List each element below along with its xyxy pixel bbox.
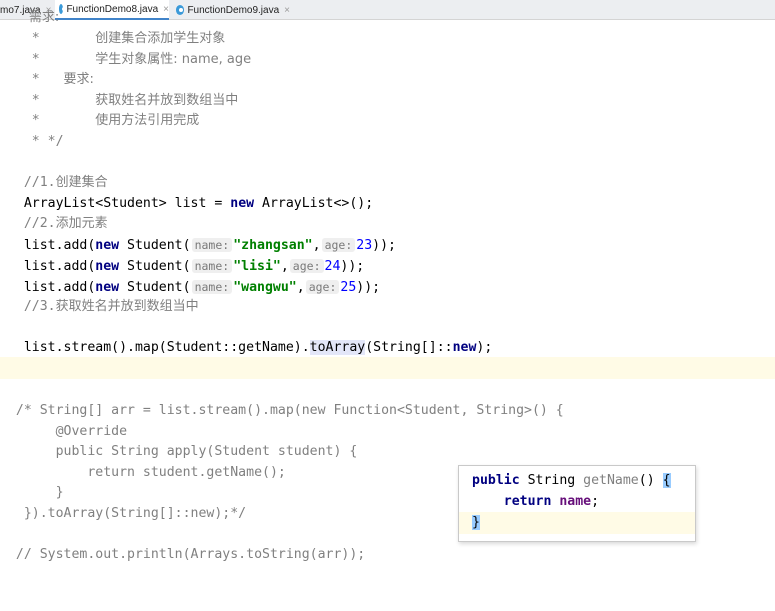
- code-line: * 学生对象属性: name, age: [0, 52, 252, 67]
- code-line-current: list.stream().map(Student::getName).toAr…: [0, 340, 493, 355]
- tab-label: FunctionDemo9.java: [187, 4, 280, 16]
- param-hint: age:: [305, 280, 340, 294]
- param-hint: name:: [191, 280, 233, 294]
- tab-functiondemo8[interactable]: FunctionDemo8.java ×: [55, 0, 169, 20]
- code-line: list.add(new Student(name: "lisi", age: 24)…: [0, 259, 365, 274]
- current-line-highlight: [0, 357, 775, 379]
- popup-line-highlight: [459, 512, 695, 534]
- code-line: // System.out.println(Arrays.toString(ar…: [0, 547, 366, 562]
- popup-line: }: [472, 515, 480, 530]
- tab-label: FunctionDemo8.java: [66, 3, 159, 15]
- popup-line: public String getName() {: [472, 473, 671, 488]
- code-line: * */: [0, 134, 64, 149]
- code-line: list.add(new Student(name: "wangwu", age: 2…: [0, 280, 381, 295]
- highlighted-method: toArray: [309, 340, 366, 355]
- param-hint: age:: [321, 238, 356, 252]
- editor-tab-bar: mo7.java × FunctionDemo8.java × Function…: [0, 0, 775, 20]
- close-icon[interactable]: ×: [163, 4, 169, 15]
- code-line: * 要求:: [0, 72, 94, 87]
- code-line: public String apply(Student student) {: [0, 444, 358, 459]
- code-line: ArrayList<Student> list = new ArrayList<…: [0, 196, 374, 211]
- java-class-icon: [176, 5, 185, 15]
- code-line: return student.getName();: [0, 465, 286, 480]
- param-hint: name:: [191, 238, 233, 252]
- param-hint: age:: [289, 259, 324, 273]
- code-line: }: [0, 485, 64, 500]
- param-hint: name:: [191, 259, 233, 273]
- close-icon[interactable]: ×: [284, 5, 290, 16]
- code-line: @Override: [0, 424, 128, 439]
- code-line: /* String[] arr = list.stream().map(new …: [0, 403, 564, 418]
- quick-definition-popup[interactable]: public String getName() { return name; }: [458, 465, 696, 542]
- code-line: * 使用方法引用完成: [0, 113, 200, 128]
- code-line: * 创建集合添加学生对象: [0, 31, 226, 46]
- code-line: //2.添加元素: [0, 216, 108, 231]
- code-line: }).toArray(String[]::new);*/: [0, 506, 247, 521]
- code-line: list.add(new Student(name: "zhangsan", age…: [0, 238, 396, 253]
- code-line: 需求:: [0, 10, 60, 25]
- tab-functiondemo9[interactable]: FunctionDemo9.java ×: [172, 0, 290, 20]
- code-line: //1.创建集合: [0, 175, 108, 190]
- java-class-icon: [59, 4, 67, 14]
- code-line: //3.获取姓名并放到数组当中: [0, 299, 199, 314]
- code-line: * 获取姓名并放到数组当中: [0, 93, 239, 108]
- popup-line: return name;: [503, 494, 600, 509]
